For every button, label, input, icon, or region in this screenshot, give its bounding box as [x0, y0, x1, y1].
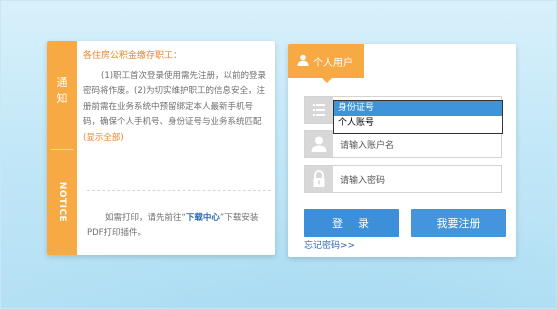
account-input[interactable]: 请输入账户名 — [304, 130, 502, 158]
account-type-option-account[interactable]: 个人账号 — [334, 116, 502, 131]
login-button[interactable]: 登 录 — [304, 209, 399, 237]
account-placeholder: 请输入账户名 — [340, 141, 395, 151]
list-icon — [305, 97, 333, 123]
header-notch — [322, 78, 332, 83]
login-panel: 个人用户 身份证号 个人账号 请输入账户名 请输入密码 登 录 我要注册 忘记密… — [288, 44, 516, 257]
notice-tab: 通知 NOTICE — [47, 41, 77, 255]
notice-paragraph-text: (1)职工首次登录使用需先注册，以前的登录密码将作废。(2)为切实维护职工的信息… — [83, 70, 267, 128]
print-hint-before: 如需打印，请先前往“ — [105, 213, 186, 223]
notice-paragraph: (1)职工首次登录使用需先注册，以前的登录密码将作废。(2)为切实维护职工的信息… — [83, 69, 269, 147]
notice-body: 各住房公积金缴存职工： (1)职工首次登录使用需先注册，以前的登录密码将作废。(… — [83, 49, 269, 146]
register-button[interactable]: 我要注册 — [411, 209, 506, 237]
notice-tab-label-en: NOTICE — [57, 181, 67, 223]
page-background: 通知 NOTICE 各住房公积金缴存职工： (1)职工首次登录使用需先注册，以前… — [0, 0, 557, 309]
notice-divider — [87, 190, 271, 191]
notice-tab-char-1: 通 — [56, 76, 68, 89]
show-all-link[interactable]: (显示全部) — [83, 133, 124, 143]
notice-panel: 通知 NOTICE 各住房公积金缴存职工： (1)职工首次登录使用需先注册，以前… — [47, 41, 275, 255]
lock-icon — [305, 166, 333, 192]
login-header-tab: 个人用户 — [288, 44, 364, 83]
password-placeholder: 请输入密码 — [340, 176, 386, 186]
forgot-password-link[interactable]: 忘记密码>> — [304, 238, 355, 251]
password-input[interactable]: 请输入密码 — [304, 165, 502, 193]
notice-print-hint: 如需打印，请先前往“下载中心”下载安装PDF打印插件。 — [87, 211, 269, 241]
account-type-option-id-card[interactable]: 身份证号 — [334, 101, 502, 116]
notice-tab-divider — [51, 149, 73, 150]
person-icon — [305, 131, 333, 157]
login-header-label: 个人用户 — [313, 58, 353, 69]
notice-tab-char-2: 知 — [56, 92, 68, 105]
account-type-dropdown[interactable]: 身份证号 个人账号 — [333, 100, 503, 134]
user-icon — [297, 54, 309, 66]
notice-title: 各住房公积金缴存职工： — [83, 51, 183, 61]
notice-tab-label-cn: 通知 — [47, 75, 77, 107]
download-center-link[interactable]: 下载中心 — [186, 213, 220, 223]
